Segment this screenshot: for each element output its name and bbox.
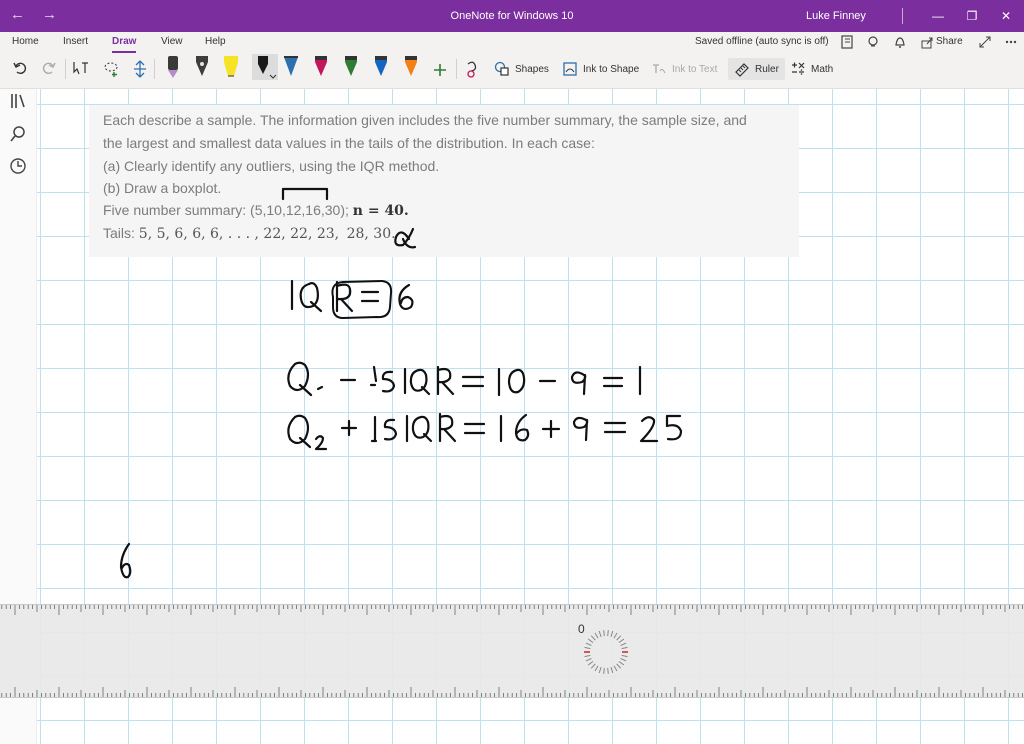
notebook-icon[interactable]: [840, 35, 854, 49]
dial-tick: [587, 638, 594, 643]
ink-to-text-label: Ink to Text: [672, 63, 718, 75]
dial-tick: [616, 663, 622, 669]
tab-draw[interactable]: Draw: [112, 36, 137, 53]
search-icon[interactable]: [9, 125, 27, 143]
shapes-label: Shapes: [515, 63, 549, 75]
shapes-button[interactable]: Shapes: [494, 58, 549, 80]
minimize-icon[interactable]: —: [927, 6, 949, 26]
ruler-rotation-dial[interactable]: [581, 627, 631, 677]
lightbulb-icon[interactable]: [866, 35, 880, 49]
dial-tick: [620, 642, 627, 646]
redo-icon[interactable]: [41, 60, 57, 76]
restore-icon[interactable]: ❐: [961, 6, 983, 26]
dial-tick: [618, 638, 625, 643]
ink-to-shape-icon: [563, 62, 577, 76]
dial-tick: [598, 667, 602, 674]
toolbar-divider: [65, 59, 66, 79]
dial-tick: [594, 665, 599, 672]
ink-upper-fence-line: [287, 412, 683, 451]
recent-notes-icon[interactable]: [9, 157, 27, 175]
ink-lower-fence-line: [287, 361, 642, 397]
pen-green-icon[interactable]: [342, 54, 360, 80]
pen-magenta-icon[interactable]: [312, 54, 330, 80]
type-select-icon[interactable]: [72, 60, 90, 76]
ink-six: [119, 542, 132, 579]
ribbon: Home Insert Draw View Help Saved offline…: [0, 32, 1024, 89]
toolbar-divider: [154, 59, 155, 79]
close-icon[interactable]: ✕: [995, 6, 1017, 26]
ink-to-text-icon: [653, 64, 666, 74]
pen-blue-icon[interactable]: [282, 54, 300, 80]
dial-tick: [607, 630, 609, 637]
dial-tick: [584, 654, 591, 658]
tab-home[interactable]: Home: [12, 36, 39, 47]
share-icon[interactable]: [920, 35, 934, 49]
pen-orange-icon[interactable]: [402, 54, 420, 80]
ink-bracket: [281, 187, 329, 201]
add-pen-icon[interactable]: [432, 62, 448, 78]
dial-tick: [585, 658, 592, 662]
user-name[interactable]: Luke Finney: [806, 10, 866, 22]
toolbar-divider: [456, 59, 457, 79]
math-icon: [792, 62, 805, 75]
dial-tick: [603, 630, 605, 637]
ruler-overlay[interactable]: 0: [0, 604, 1024, 698]
dial-tick: [613, 665, 618, 672]
tab-view[interactable]: View: [161, 36, 183, 47]
math-button[interactable]: Math: [790, 58, 833, 80]
dial-tick: [603, 667, 605, 674]
tab-insert[interactable]: Insert: [63, 36, 88, 47]
dial-tick: [607, 667, 609, 674]
ink-replay-icon[interactable]: [463, 60, 481, 78]
undo-icon[interactable]: [12, 60, 28, 76]
ruler-ticks: [1, 605, 1023, 697]
ink-to-text-button[interactable]: Ink to Text: [651, 58, 717, 80]
dial-tick: [620, 658, 627, 662]
add-space-icon[interactable]: [132, 60, 148, 78]
dial-tick: [621, 646, 628, 650]
dial-tick: [587, 661, 594, 666]
ink-to-shape-button[interactable]: Ink to Shape: [562, 58, 639, 80]
math-label: Math: [811, 63, 834, 75]
ruler-label: Ruler: [755, 63, 779, 75]
dial-tick: [598, 630, 602, 637]
highlighter-yellow-icon[interactable]: [222, 54, 240, 80]
dial-tick: [610, 630, 614, 637]
tab-help[interactable]: Help: [205, 36, 226, 47]
fullscreen-icon[interactable]: [978, 35, 992, 49]
window-title: OneNote for Windows 10: [450, 10, 574, 22]
dial-tick: [618, 661, 625, 666]
ruler-button[interactable]: Ruler: [728, 58, 785, 80]
pen-black-icon[interactable]: [193, 54, 211, 80]
dial-tick: [616, 635, 622, 641]
shapes-icon: [494, 61, 509, 76]
dial-tick: [610, 667, 614, 674]
dial-tick: [584, 646, 591, 650]
sync-status: Saved offline (auto sync is off): [695, 36, 829, 47]
title-separator: [902, 8, 903, 24]
ink-to-shape-label: Ink to Shape: [583, 63, 640, 75]
dial-tick: [590, 635, 596, 641]
pen-selected-icon[interactable]: [252, 54, 278, 80]
ruler-icon: [735, 63, 749, 77]
ink-alpha: [394, 227, 417, 249]
bell-icon[interactable]: [893, 35, 907, 49]
dial-tick: [590, 663, 596, 669]
dial-tick: [621, 654, 628, 658]
dial-tick: [594, 632, 599, 639]
ink-iqr-line: [290, 279, 414, 313]
title-bar: ← → OneNote for Windows 10 Luke Finney —…: [0, 0, 1024, 32]
share-button[interactable]: Share: [936, 36, 963, 47]
dial-tick: [585, 642, 592, 646]
pen-lilac-icon[interactable]: [164, 54, 182, 80]
dial-tick: [613, 632, 618, 639]
lasso-select-icon[interactable]: [102, 60, 120, 78]
more-options-icon[interactable]: [1004, 35, 1018, 49]
pen-darkblue-icon[interactable]: [372, 54, 390, 80]
notebooks-icon[interactable]: [9, 92, 27, 110]
